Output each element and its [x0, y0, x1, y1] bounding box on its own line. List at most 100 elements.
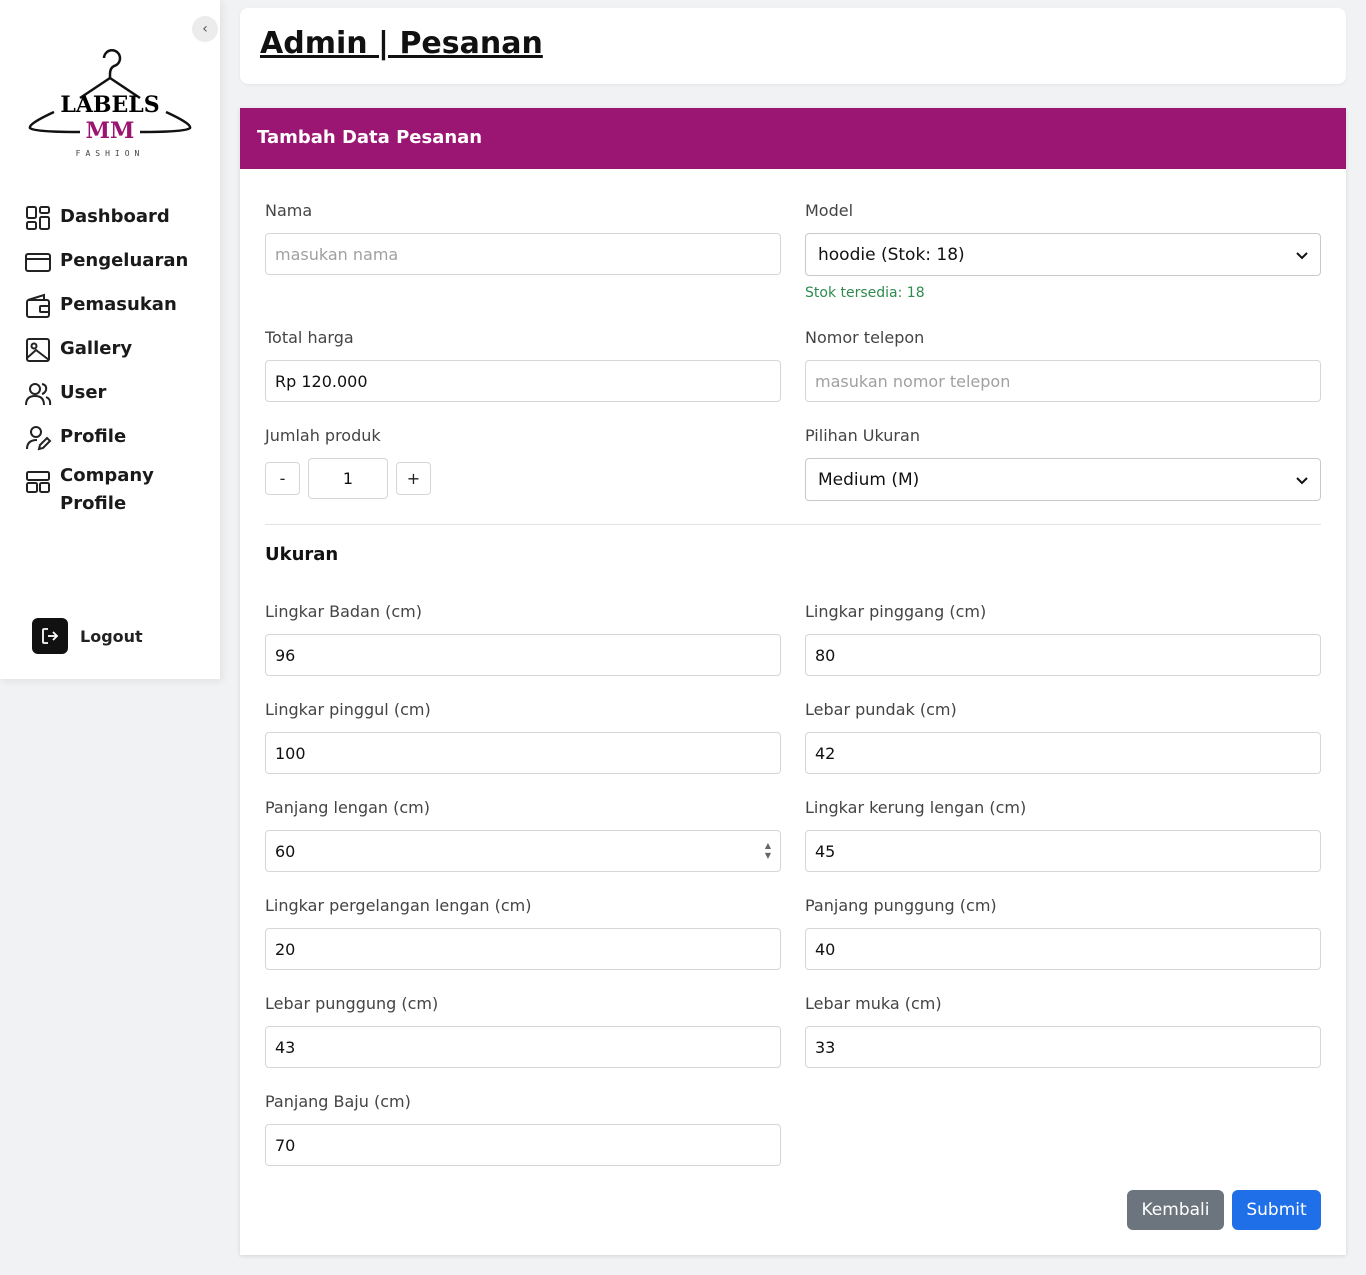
- increment-button[interactable]: +: [396, 462, 431, 495]
- measurement-field-group: Panjang punggung (cm) 40: [805, 896, 1321, 970]
- logout-label: Logout: [80, 626, 143, 646]
- sidebar-item-pengeluaran[interactable]: Pengeluaran: [24, 250, 214, 294]
- nama-input[interactable]: masukan nama: [265, 233, 781, 275]
- sidebar-item-label-line: Profile: [60, 493, 127, 514]
- sidebar-item-label: User: [60, 382, 107, 403]
- logo-tagline: FASHION: [75, 149, 145, 158]
- measurement-field-group: Lebar pundak (cm) 42: [805, 700, 1321, 774]
- stock-note: Stok tersedia: 18: [805, 285, 925, 301]
- measurement-label: Lingkar Badan (cm): [265, 602, 422, 621]
- divider: [265, 524, 1321, 525]
- chevron-down-icon: [1296, 245, 1308, 265]
- page-title: Admin | Pesanan: [260, 26, 543, 61]
- measurement-input[interactable]: 43: [265, 1026, 781, 1068]
- measurement-label: Panjang punggung (cm): [805, 896, 997, 915]
- back-button[interactable]: Kembali: [1127, 1190, 1224, 1230]
- sidebar-nav: Dashboard Pengeluaran Pemasukan Gallery …: [24, 206, 214, 532]
- users-icon: [25, 383, 52, 406]
- measurement-label: Lebar pundak (cm): [805, 700, 957, 719]
- model-select[interactable]: hoodie (Stok: 18): [805, 233, 1321, 276]
- sidebar-item-label: Profile: [60, 426, 127, 447]
- measurement-input[interactable]: 33: [805, 1026, 1321, 1068]
- jumlah-produk-field-group: Jumlah produk - 1 +: [265, 426, 431, 499]
- sidebar-item-user[interactable]: User: [24, 382, 214, 426]
- measurement-input[interactable]: 40: [805, 928, 1321, 970]
- sidebar-item-label-line: Company: [60, 465, 154, 486]
- sidebar-item-pemasukan[interactable]: Pemasukan: [24, 293, 214, 338]
- sidebar-item-label: Gallery: [60, 338, 133, 359]
- size-select-value: Medium (M): [818, 469, 920, 490]
- model-field-group: Model hoodie (Stok: 18) Stok tersedia: 1…: [805, 201, 1321, 301]
- measurement-label: Panjang Baju (cm): [265, 1092, 411, 1111]
- model-label: Model: [805, 201, 854, 220]
- nama-label: Nama: [265, 201, 313, 220]
- nomor-telepon-input[interactable]: masukan nomor telepon: [805, 360, 1321, 402]
- measurement-input[interactable]: 60 ▲ ▼: [265, 830, 781, 872]
- logo: LABELS MM FASHION: [20, 46, 200, 166]
- measurement-label: Lingkar kerung lengan (cm): [805, 798, 1027, 817]
- measurement-input[interactable]: 80: [805, 634, 1321, 676]
- measurement-field-group: Panjang Baju (cm) 70: [265, 1092, 781, 1166]
- sidebar-item-label: Pemasukan: [60, 294, 177, 315]
- measurement-label: Lebar punggung (cm): [265, 994, 439, 1013]
- pilihan-ukuran-field-group: Pilihan Ukuran Medium (M): [805, 426, 1321, 501]
- sidebar-item-label: Pengeluaran: [60, 250, 189, 271]
- size-select[interactable]: Medium (M): [805, 458, 1321, 501]
- submit-button[interactable]: Submit: [1232, 1190, 1321, 1230]
- total-harga-label: Total harga: [265, 328, 354, 347]
- measurement-label: Panjang lengan (cm): [265, 798, 430, 817]
- sidebar: ‹ LABELS MM FASHION Dashboard Pengeluara…: [0, 0, 220, 679]
- measurement-field-group: Lingkar pinggul (cm) 100: [265, 700, 781, 774]
- collapse-sidebar-button[interactable]: ‹: [192, 16, 218, 42]
- chevron-down-icon: [1296, 470, 1308, 490]
- quantity-stepper: - 1 +: [265, 458, 431, 499]
- card-title: Tambah Data Pesanan: [240, 108, 1346, 169]
- measurement-field-group: Lingkar pinggang (cm) 80: [805, 602, 1321, 676]
- nama-field-group: Nama masukan nama: [265, 201, 781, 275]
- spinner-arrows-icon[interactable]: ▲ ▼: [765, 841, 771, 861]
- pilihan-ukuran-label: Pilihan Ukuran: [805, 426, 920, 445]
- sidebar-item-company-profile[interactable]: Company Profile: [24, 462, 214, 532]
- sidebar-item-label: Company Profile: [60, 462, 154, 518]
- logout-icon: [32, 618, 68, 654]
- measurement-input[interactable]: 100: [265, 732, 781, 774]
- measurement-field-group: Panjang lengan (cm) 60 ▲ ▼: [265, 798, 781, 872]
- credit-card-icon: [25, 253, 51, 272]
- nomor-telepon-label: Nomor telepon: [805, 328, 925, 347]
- page-header: Admin | Pesanan: [240, 8, 1346, 84]
- quantity-input[interactable]: 1: [308, 458, 388, 499]
- measurement-input[interactable]: 42: [805, 732, 1321, 774]
- measurement-input[interactable]: 96: [265, 634, 781, 676]
- sidebar-item-gallery[interactable]: Gallery: [24, 338, 214, 382]
- measurement-field-group: Lebar punggung (cm) 43: [265, 994, 781, 1068]
- layout-icon: [26, 471, 50, 493]
- nomor-telepon-field-group: Nomor telepon masukan nomor telepon: [805, 328, 1321, 402]
- measurement-field-group: Lingkar kerung lengan (cm) 45: [805, 798, 1321, 872]
- measurement-label: Lingkar pinggul (cm): [265, 700, 431, 719]
- ukuran-section-title: Ukuran: [265, 544, 339, 565]
- measurement-label: Lingkar pergelangan lengan (cm): [265, 896, 532, 915]
- measurement-input[interactable]: 20: [265, 928, 781, 970]
- measurement-input[interactable]: 45: [805, 830, 1321, 872]
- measurement-label: Lebar muka (cm): [805, 994, 942, 1013]
- dashboard-icon: [26, 206, 50, 230]
- measurement-field-group: Lebar muka (cm) 33: [805, 994, 1321, 1068]
- logo-wordmark: LABELS: [60, 92, 160, 118]
- measurement-field-group: Lingkar pergelangan lengan (cm) 20: [265, 896, 781, 970]
- total-harga-field-group: Total harga Rp 120.000: [265, 328, 781, 402]
- model-select-value: hoodie (Stok: 18): [818, 244, 965, 265]
- chevron-left-icon: ‹: [202, 21, 208, 37]
- logout-button[interactable]: Logout: [32, 618, 143, 654]
- order-form-card: Tambah Data Pesanan Nama masukan nama Mo…: [240, 108, 1346, 1255]
- decrement-button[interactable]: -: [265, 462, 300, 495]
- measurement-value: 60: [275, 841, 296, 861]
- measurement-field-group: Lingkar Badan (cm) 96: [265, 602, 781, 676]
- sidebar-item-dashboard[interactable]: Dashboard: [24, 206, 214, 250]
- measurement-label: Lingkar pinggang (cm): [805, 602, 987, 621]
- jumlah-produk-label: Jumlah produk: [265, 426, 381, 445]
- measurement-input[interactable]: 70: [265, 1124, 781, 1166]
- image-icon: [26, 338, 50, 362]
- sidebar-item-label: Dashboard: [60, 206, 170, 227]
- total-harga-input[interactable]: Rp 120.000: [265, 360, 781, 402]
- wallet-icon: [26, 293, 50, 318]
